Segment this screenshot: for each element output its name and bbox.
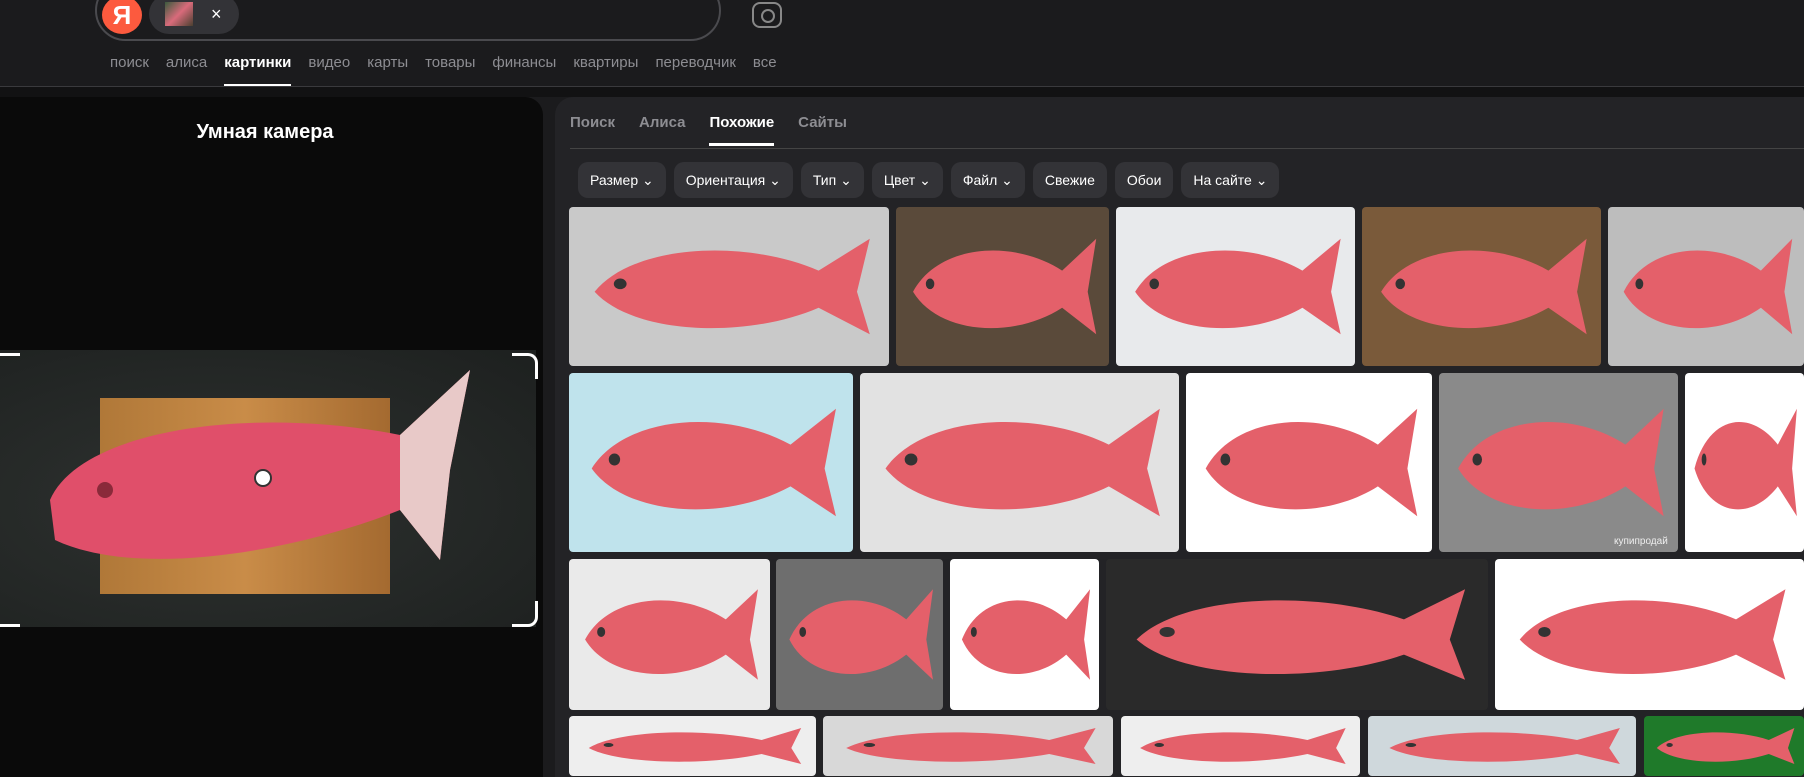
fish-image <box>1694 408 1797 517</box>
panel-title: Умная камера <box>196 121 334 143</box>
chevron-down-icon: ⌄ <box>915 172 931 188</box>
fish-image <box>591 408 836 517</box>
query-thumbnail <box>165 2 193 26</box>
fish-image <box>1381 238 1587 335</box>
result-image[interactable] <box>950 559 1099 710</box>
nav-3[interactable]: видео <box>308 54 350 87</box>
fish-image <box>846 728 1096 764</box>
chevron-down-icon: ⌄ <box>638 172 654 188</box>
nav-7[interactable]: квартиры <box>573 54 638 87</box>
nav-1[interactable]: алиса <box>166 54 207 87</box>
fish-image <box>1136 589 1466 680</box>
chevron-down-icon: ⌄ <box>765 172 781 188</box>
filter-label: Тип <box>812 172 837 188</box>
tab-2[interactable]: Похожие <box>709 114 774 146</box>
filter-button[interactable]: Цвет ⌄ <box>871 162 943 198</box>
crop-corner-tr[interactable] <box>512 353 538 379</box>
fish-image <box>1519 589 1786 680</box>
filter-label: На сайте <box>1193 172 1252 188</box>
nav-9[interactable]: все <box>753 54 777 87</box>
tab-3[interactable]: Сайты <box>798 114 847 146</box>
fish-image <box>1140 728 1346 764</box>
result-image[interactable] <box>1368 716 1636 776</box>
filter-button[interactable]: Обои <box>1114 162 1174 198</box>
fish-image <box>885 408 1160 517</box>
search-image-chip: × <box>149 0 239 34</box>
nav-4[interactable]: карты <box>367 54 408 87</box>
results-tabs: Поиск Алиса Похожие Сайты <box>570 114 847 146</box>
filter-bar: Размер ⌄ Ориентация ⌄ Тип ⌄ Цвет ⌄ Файл ⌄ Све… <box>578 162 1280 198</box>
fish-image <box>1135 238 1341 335</box>
filter-label: Обои <box>1126 172 1162 188</box>
filter-button[interactable]: Файл ⌄ <box>950 162 1025 198</box>
service-nav: поиск алиса картинки видео карты товары финанс… <box>110 54 777 87</box>
result-image[interactable] <box>1362 207 1601 366</box>
fish-image <box>50 370 470 560</box>
filter-button[interactable]: Тип ⌄ <box>800 162 864 198</box>
focus-point[interactable] <box>254 469 272 487</box>
tabs-divider <box>570 148 1804 149</box>
tab-0[interactable]: Поиск <box>570 114 615 146</box>
filter-label: Ориентация <box>685 172 766 188</box>
result-image[interactable] <box>896 207 1109 366</box>
filter-button[interactable]: На сайте ⌄ <box>1181 162 1280 198</box>
result-image[interactable] <box>1186 373 1432 552</box>
nav-5[interactable]: товары <box>425 54 475 87</box>
crop-corner-tl[interactable] <box>0 353 20 379</box>
filter-label: Файл <box>962 172 998 188</box>
fish-image <box>1656 728 1795 764</box>
filter-button[interactable]: Ориентация ⌄ <box>673 162 793 198</box>
result-image[interactable] <box>823 716 1113 776</box>
result-image[interactable] <box>1685 373 1804 552</box>
crop-corner-bl[interactable] <box>0 601 20 627</box>
result-image[interactable] <box>569 207 889 366</box>
nav-2[interactable]: картинки <box>224 54 292 87</box>
result-image[interactable] <box>569 716 816 776</box>
fish-image <box>594 238 870 335</box>
tab-1[interactable]: Алиса <box>639 114 685 146</box>
filter-label: Цвет <box>883 172 916 188</box>
chevron-down-icon: ⌄ <box>836 172 852 188</box>
remove-image-button[interactable]: × <box>211 4 222 25</box>
fish-image <box>1623 238 1793 335</box>
result-image[interactable] <box>776 559 943 710</box>
chevron-down-icon: ⌄ <box>997 172 1013 188</box>
result-image[interactable] <box>569 559 770 710</box>
result-image[interactable] <box>1495 559 1804 710</box>
fish-image <box>1389 728 1620 764</box>
result-image[interactable] <box>1106 559 1488 710</box>
filter-label: Размер <box>590 172 639 188</box>
filter-button[interactable]: Свежие <box>1032 162 1107 198</box>
result-image[interactable] <box>569 373 853 552</box>
nav-8[interactable]: переводчик <box>655 54 735 87</box>
filter-label: Свежие <box>1044 172 1095 188</box>
result-image[interactable] <box>1121 716 1360 776</box>
fish-image <box>913 238 1097 335</box>
result-image[interactable] <box>1439 373 1678 552</box>
result-image[interactable] <box>860 373 1179 552</box>
filter-button[interactable]: Размер ⌄ <box>578 162 666 198</box>
fish-image <box>1458 408 1664 517</box>
nav-6[interactable]: финансы <box>492 54 556 87</box>
fish-image <box>1205 408 1418 517</box>
chevron-down-icon: ⌄ <box>1251 172 1268 188</box>
query-image[interactable] <box>0 350 536 627</box>
result-image[interactable] <box>1116 207 1355 366</box>
fish-image <box>961 589 1091 680</box>
fish-image <box>588 728 802 764</box>
result-image[interactable] <box>1644 716 1804 776</box>
result-image[interactable] <box>1608 207 1804 366</box>
nav-0[interactable]: поиск <box>110 54 149 87</box>
smart-camera-panel: Умная камера <box>0 97 543 777</box>
image-watermark: купипродай <box>1614 536 1668 547</box>
crop-corner-br[interactable] <box>512 601 538 627</box>
camera-icon[interactable] <box>752 2 782 28</box>
fish-image <box>789 589 933 680</box>
fish-image <box>585 589 758 680</box>
